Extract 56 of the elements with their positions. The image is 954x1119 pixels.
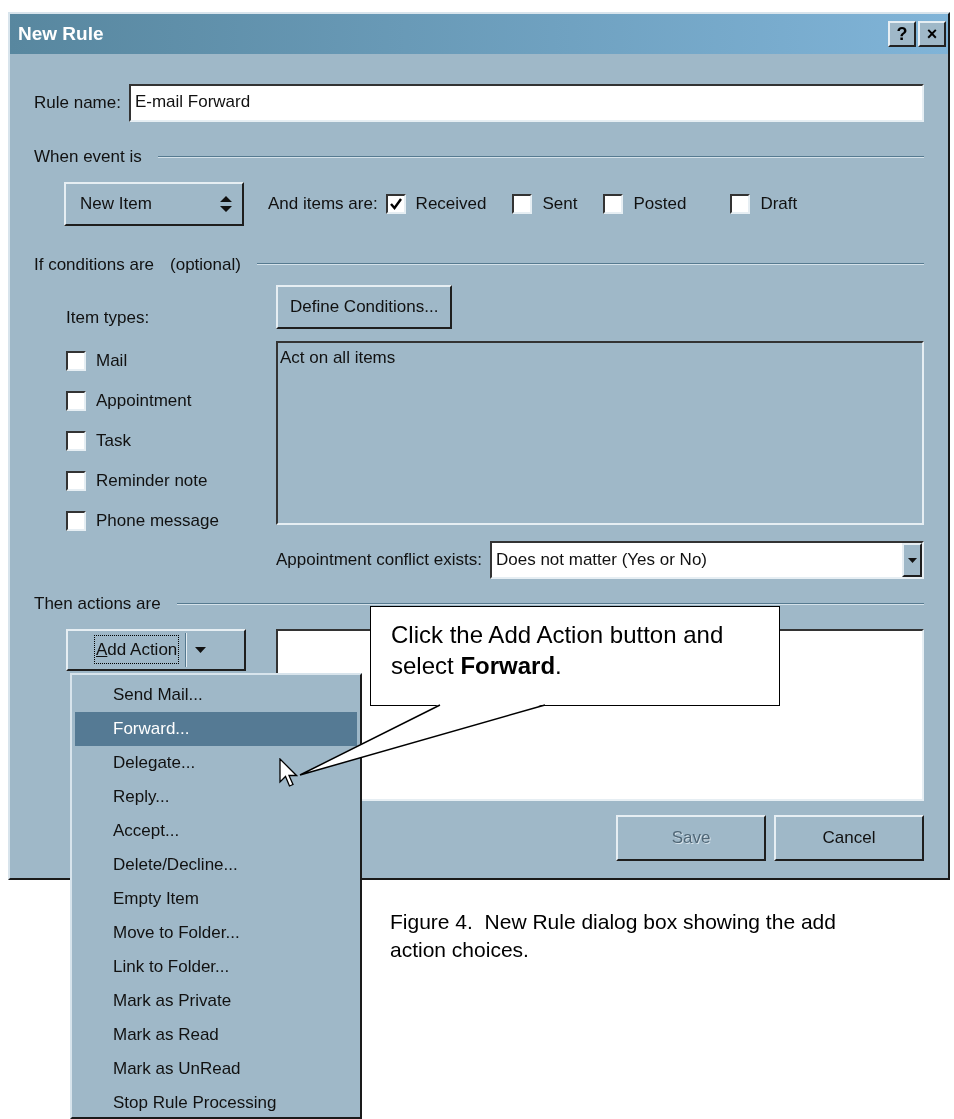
conditions-text: Act on all items <box>280 348 396 367</box>
section-heading: If conditions are <box>34 253 154 276</box>
menu-item[interactable]: Link to Folder... <box>75 950 357 984</box>
menu-item[interactable]: Accept... <box>75 814 357 848</box>
menu-item[interactable]: Forward... <box>75 712 357 746</box>
conflict-dropdown[interactable]: Does not matter (Yes or No) <box>490 541 924 579</box>
up-down-arrows-icon <box>220 195 232 212</box>
section-heading: When event is <box>34 146 142 168</box>
menu-item[interactable]: Delete/Decline... <box>75 848 357 882</box>
menu-item[interactable]: Send Mail... <box>75 678 357 712</box>
help-button[interactable]: ? <box>888 21 916 47</box>
checkbox[interactable] <box>385 193 406 214</box>
field-label: Appointment conflict exists: <box>276 549 482 572</box>
checkbox-label: Posted <box>633 192 687 215</box>
menu-item[interactable]: Mark as Private <box>75 984 357 1018</box>
checkbox-label: Appointment <box>96 389 192 412</box>
checkbox[interactable] <box>603 193 624 214</box>
checkbox[interactable] <box>512 193 533 214</box>
mouse-pointer-icon <box>279 758 298 788</box>
checkbox-label: Received <box>415 192 487 215</box>
figure-caption: Figure 4. New Rule dialog box showing the add action choices. <box>390 909 837 963</box>
checkbox-label: Task <box>96 429 131 452</box>
checkbox[interactable] <box>66 390 86 411</box>
dialog-button[interactable]: Cancel <box>774 814 924 861</box>
menu-item[interactable]: Reply... <box>75 780 357 814</box>
checkbox-label: Mail <box>96 349 128 372</box>
menu-item[interactable]: Delegate... <box>75 746 357 780</box>
define-conditions-button[interactable]: Define Conditions... <box>276 285 453 329</box>
checkbox-label: Phone message <box>96 509 219 532</box>
menu-item[interactable]: Stop Rule Processing <box>75 1086 357 1119</box>
checkbox-label: Sent <box>542 192 578 215</box>
section-heading: Then actions are <box>34 593 161 615</box>
window-title: New Rule <box>18 21 105 46</box>
menu-item[interactable]: Mark as UnRead <box>75 1052 357 1086</box>
add-action-button[interactable]: Add Action <box>66 628 246 671</box>
checkbox-label: Reminder note <box>96 469 208 492</box>
field-label: Rule name: <box>34 92 121 115</box>
checkbox[interactable] <box>66 430 86 451</box>
menu-item[interactable]: Empty Item <box>75 882 357 916</box>
field-label: Item types: <box>66 307 151 329</box>
caret-down-icon <box>907 557 917 563</box>
caret-down-icon <box>195 646 207 653</box>
event-dropdown[interactable]: New Item <box>64 181 244 226</box>
field-label: And items are: <box>268 192 378 215</box>
checkbox[interactable] <box>66 510 86 531</box>
menu-item[interactable]: Mark as Read <box>75 1018 357 1052</box>
checkbox[interactable] <box>730 193 751 214</box>
checkmark-icon <box>388 197 403 210</box>
checkbox[interactable] <box>66 350 86 371</box>
menu-item[interactable]: Move to Folder... <box>75 916 357 950</box>
rule-name-field[interactable]: E-mail Forward <box>128 84 924 122</box>
dropdown-button[interactable] <box>902 543 922 577</box>
section-note: (optional) <box>170 253 241 276</box>
checkbox-label: Draft <box>760 192 798 215</box>
close-button[interactable]: × <box>918 21 946 47</box>
checkbox[interactable] <box>66 470 86 491</box>
